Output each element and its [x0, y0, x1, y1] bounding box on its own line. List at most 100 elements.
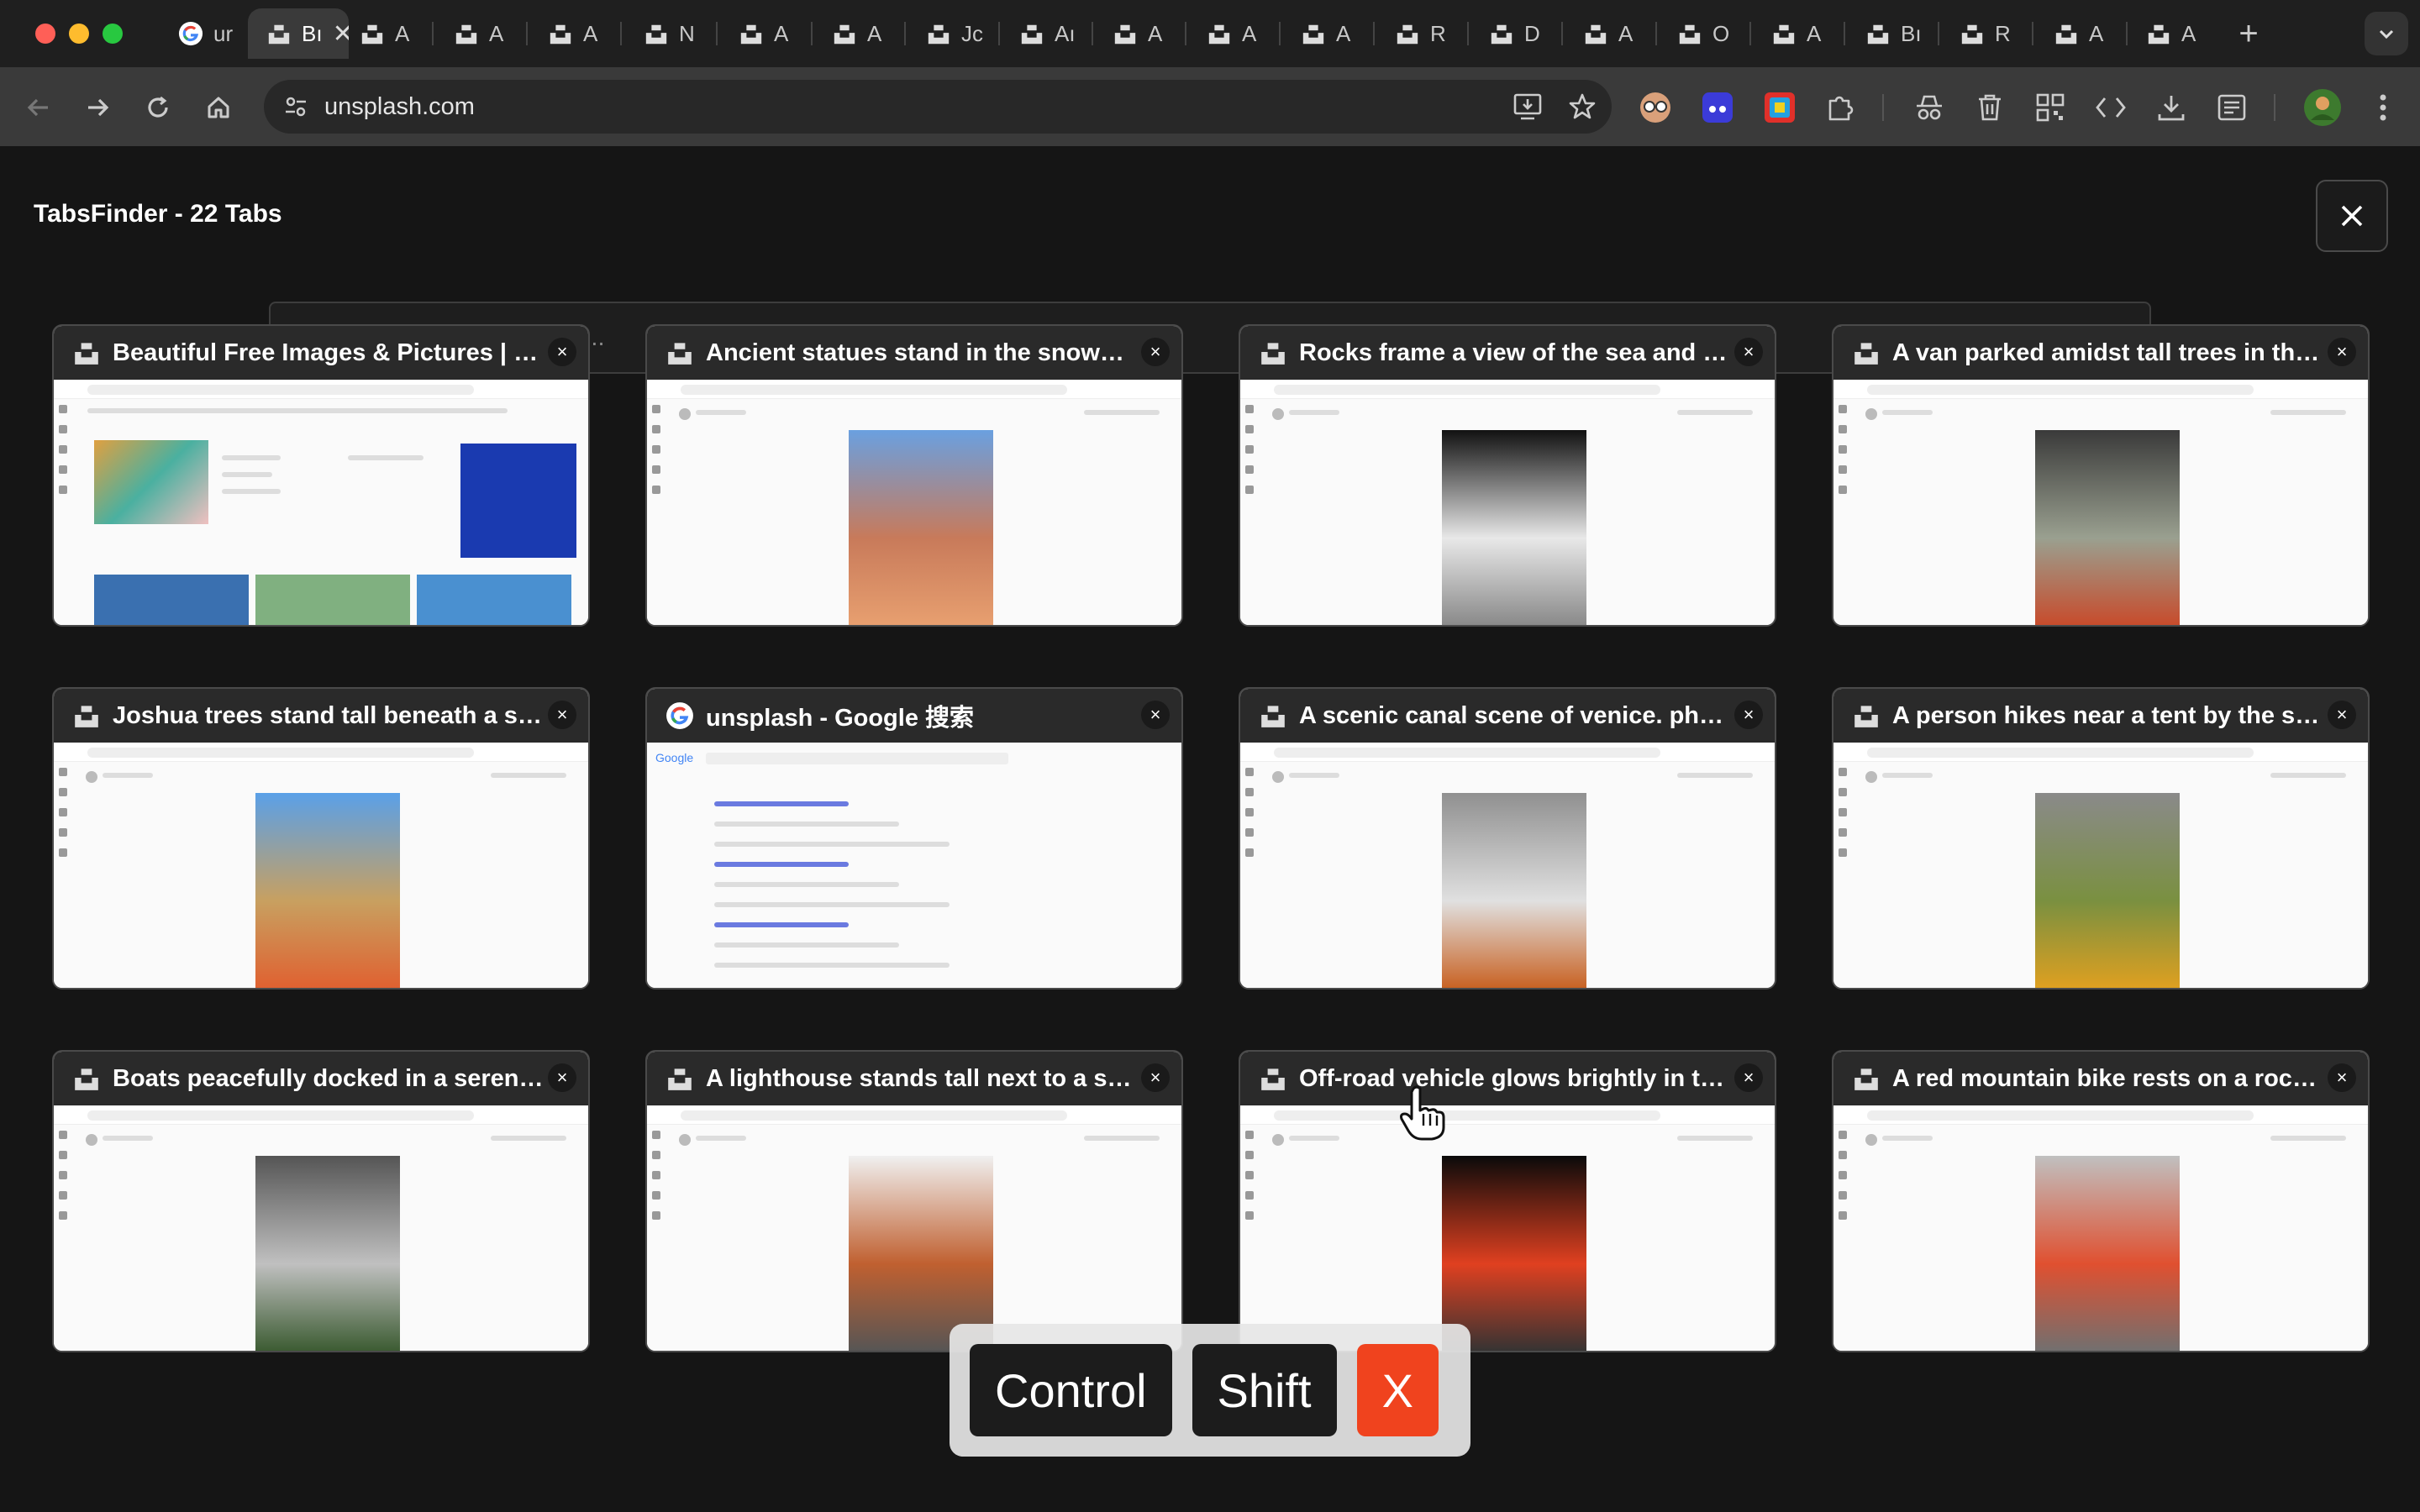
tab-label: A — [1807, 20, 1822, 46]
window-close-button[interactable] — [35, 24, 55, 44]
tab-label: A — [774, 20, 789, 46]
tab-card[interactable]: A scenic canal scene of venice. phot... × — [1239, 687, 1776, 990]
tab-card[interactable]: A van parked amidst tall trees in the...… — [1832, 324, 2370, 627]
tab-card-close-button[interactable]: × — [548, 701, 576, 729]
tab-card-header: Boats peacefully docked in a serene... — [54, 1052, 588, 1105]
browser-tab[interactable]: A — [1565, 8, 1654, 59]
browser-tab[interactable]: A — [813, 8, 902, 59]
browser-tab[interactable]: Bı ✕ — [248, 8, 349, 59]
tab-separator — [1938, 22, 1939, 45]
address-text[interactable]: unsplash.com — [324, 93, 475, 121]
download-icon[interactable] — [2149, 86, 2193, 129]
menu-kebab-icon[interactable] — [2361, 86, 2405, 129]
tab-card-close-button[interactable]: × — [1734, 1063, 1763, 1092]
browser-tab[interactable]: O — [1659, 8, 1748, 59]
extension-bot-icon[interactable] — [1696, 86, 1739, 129]
tab-label: N — [679, 20, 695, 46]
tab-preview — [1240, 380, 1775, 625]
window-minimize-button[interactable] — [69, 24, 89, 44]
tab-card[interactable]: A person hikes near a tent by the se... × — [1832, 687, 2370, 990]
unsplash-icon — [1677, 21, 1702, 46]
tab-separator — [998, 22, 1000, 45]
tab-card-close-button[interactable]: × — [1141, 701, 1170, 729]
extension-glasses-icon[interactable] — [1634, 86, 1677, 129]
extension-color-icon[interactable] — [1758, 86, 1802, 129]
tab-card[interactable]: Joshua trees stand tall beneath a st... × — [52, 687, 590, 990]
tab-card-close-button[interactable]: × — [2328, 338, 2356, 366]
tab-card-close-button[interactable]: × — [2328, 1063, 2356, 1092]
forward-button[interactable] — [74, 84, 121, 131]
browser-tab[interactable]: A — [1188, 8, 1277, 59]
window-zoom-button[interactable] — [103, 24, 123, 44]
browser-tab[interactable]: Jc — [908, 8, 997, 59]
tab-separator — [526, 22, 528, 45]
tab-card[interactable]: Google unsplash - Google 搜索 × — [645, 687, 1183, 990]
browser-tab[interactable]: R — [1376, 8, 1465, 59]
tab-card-close-button[interactable]: × — [1734, 338, 1763, 366]
browser-tab[interactable]: A — [1753, 8, 1842, 59]
google-icon — [178, 21, 203, 46]
trash-icon[interactable] — [1968, 86, 2012, 129]
tabsfinder-close-button[interactable] — [2316, 180, 2388, 252]
browser-tab[interactable]: A — [435, 8, 524, 59]
browser-tab[interactable]: D — [1470, 8, 1560, 59]
tab-card-close-button[interactable]: × — [1141, 1063, 1170, 1092]
install-app-icon[interactable] — [1512, 92, 1543, 121]
new-tab-button[interactable]: + — [2227, 12, 2270, 55]
unsplash-icon — [1019, 21, 1044, 46]
tab-card[interactable]: Boats peacefully docked in a serene... × — [52, 1050, 590, 1352]
browser-tab[interactable]: A — [1282, 8, 1371, 59]
tab-card-title: Off-road vehicle glows brightly in th... — [1299, 1064, 1731, 1092]
tab-card-close-button[interactable]: × — [548, 1063, 576, 1092]
code-brackets-icon[interactable] — [2089, 86, 2133, 129]
tab-card[interactable]: Off-road vehicle glows brightly in th...… — [1239, 1050, 1776, 1352]
tab-card[interactable]: Ancient statues stand in the snowy l... × — [645, 324, 1183, 627]
browser-tab[interactable]: N — [625, 8, 714, 59]
tab-card-close-button[interactable]: × — [548, 338, 576, 366]
unsplash-icon — [1852, 1064, 1881, 1093]
chevron-down-icon — [2379, 29, 2394, 39]
preview-sidebar — [59, 1131, 69, 1265]
browser-tab[interactable]: A — [529, 8, 618, 59]
browser-tab[interactable]: A — [2128, 8, 2217, 59]
browser-tab[interactable]: ur — [160, 8, 249, 59]
tab-card[interactable]: A red mountain bike rests on a rock... × — [1832, 1050, 2370, 1352]
back-button[interactable] — [15, 84, 62, 131]
reload-button[interactable] — [134, 84, 182, 131]
browser-tab[interactable]: A — [720, 8, 809, 59]
browser-tab[interactable]: Aı — [1001, 8, 1090, 59]
unsplash-icon — [739, 21, 764, 46]
qr-code-icon[interactable] — [2028, 86, 2072, 129]
unsplash-icon — [1852, 701, 1881, 730]
tab-preview — [54, 380, 588, 625]
tab-card-close-button[interactable]: × — [2328, 701, 2356, 729]
tab-preview — [54, 1105, 588, 1351]
browser-tab[interactable]: A — [1094, 8, 1183, 59]
browser-tab[interactable]: A — [341, 8, 430, 59]
extensions-puzzle-icon[interactable] — [1818, 86, 1862, 129]
tab-separator — [1279, 22, 1281, 45]
browser-tab[interactable]: R — [1941, 8, 2030, 59]
browser-tab[interactable]: Bı — [1847, 8, 1936, 59]
bookmark-star-icon[interactable] — [1568, 92, 1597, 121]
tab-card-close-button[interactable]: × — [1141, 338, 1170, 366]
tab-card[interactable]: A lighthouse stands tall next to a sm...… — [645, 1050, 1183, 1352]
tab-card-title: A red mountain bike rests on a rock... — [1892, 1064, 2324, 1092]
reading-list-icon[interactable] — [2210, 86, 2254, 129]
site-info-icon[interactable] — [282, 93, 309, 120]
tab-separator — [620, 22, 622, 45]
home-icon — [208, 97, 229, 118]
tab-separator — [1092, 22, 1093, 45]
tab-separator — [811, 22, 813, 45]
address-bar[interactable]: unsplash.com — [264, 80, 1612, 134]
incognito-spy-icon[interactable] — [1907, 86, 1951, 129]
browser-tab[interactable]: A — [2035, 8, 2124, 59]
profile-avatar[interactable] — [2301, 86, 2344, 129]
home-button[interactable] — [195, 84, 242, 131]
tab-card-close-button[interactable]: × — [1734, 701, 1763, 729]
tab-label: A — [583, 20, 598, 46]
tab-search-button[interactable] — [2365, 12, 2408, 55]
tab-card[interactable]: Beautiful Free Images & Pictures | U... × — [52, 324, 590, 627]
key-control: Control — [970, 1344, 1172, 1436]
tab-card[interactable]: Rocks frame a view of the sea and s... × — [1239, 324, 1776, 627]
